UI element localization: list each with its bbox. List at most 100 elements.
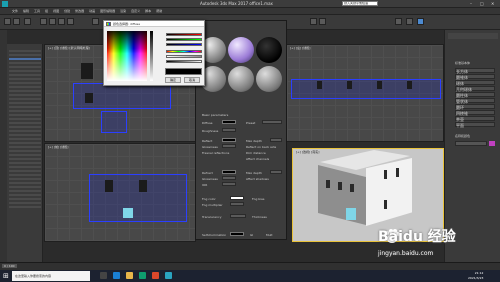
viewport-front[interactable]: [+] [前] [线框] (44, 143, 196, 242)
hue-slider[interactable] (166, 50, 202, 53)
scene-row[interactable] (9, 62, 41, 64)
maximize-icon[interactable]: □ (480, 1, 484, 6)
refract-gloss-field[interactable] (222, 176, 236, 180)
hue-spectrum[interactable] (107, 31, 147, 81)
scene-row[interactable] (9, 150, 41, 152)
scene-row[interactable] (9, 74, 41, 76)
scene-row[interactable] (9, 130, 41, 132)
scene-row[interactable] (9, 134, 41, 136)
windows-start-icon[interactable]: ⊞ (3, 272, 9, 280)
scene-row[interactable] (9, 190, 41, 192)
torus-button[interactable]: 圆环 (455, 104, 495, 110)
sphere-button[interactable]: 球体 (455, 80, 495, 86)
blue-slider[interactable] (166, 43, 202, 46)
material-editor-icon[interactable] (395, 18, 402, 25)
scene-row[interactable] (9, 170, 41, 172)
value-slider[interactable] (166, 60, 202, 63)
scene-row[interactable] (9, 110, 41, 112)
command-tabs[interactable] (448, 33, 498, 39)
scene-row[interactable] (9, 178, 41, 180)
scene-row[interactable] (9, 126, 41, 128)
scene-row[interactable] (9, 174, 41, 176)
menu-item-help[interactable]: 帮助 (156, 9, 162, 13)
scene-row[interactable] (9, 118, 41, 120)
menu-item-tools[interactable]: 工具 (34, 9, 40, 13)
menu-item-modifiers[interactable]: 修改器 (75, 9, 84, 13)
align-icon[interactable] (319, 18, 326, 25)
tube-button[interactable]: 管状体 (455, 98, 495, 104)
scene-row[interactable] (9, 58, 41, 60)
scene-row[interactable] (9, 206, 41, 208)
menu-item-graph-editors[interactable]: 图形编辑器 (100, 9, 115, 13)
scale-icon[interactable] (67, 18, 74, 25)
viewport-persp-label[interactable]: [+] [透视] [真实] (296, 150, 319, 154)
whiteness-slider[interactable] (150, 31, 153, 81)
scene-row[interactable] (9, 162, 41, 164)
self-illum-swatch[interactable] (230, 232, 244, 236)
plane-button[interactable]: 平面 (455, 122, 495, 128)
store-icon[interactable] (139, 272, 146, 279)
red-slider[interactable] (166, 33, 202, 36)
scene-row[interactable] (9, 122, 41, 124)
material-slot-sphere[interactable] (256, 66, 282, 92)
scene-row[interactable] (9, 50, 41, 52)
menu-item-customize[interactable]: 自定义 (131, 9, 140, 13)
snap-icon[interactable] (92, 18, 99, 25)
preset-dropdown[interactable] (262, 120, 282, 124)
viewport-left-label[interactable]: [+] [左] [线框] (290, 46, 310, 50)
ior-field[interactable] (222, 182, 236, 186)
link-icon[interactable] (24, 18, 31, 25)
scene-row[interactable] (9, 82, 41, 84)
scene-row[interactable] (9, 166, 41, 168)
rotate-icon[interactable] (58, 18, 65, 25)
scene-row[interactable] (9, 66, 41, 68)
scene-row[interactable] (9, 182, 41, 184)
viewport-top-label[interactable]: [+] [顶] [线框] [默认明暗处理] (48, 46, 90, 50)
material-slot-sphere[interactable] (228, 66, 254, 92)
diffuse-swatch[interactable] (222, 120, 236, 124)
file-explorer-icon[interactable] (126, 272, 133, 279)
fog-mult-field[interactable] (230, 202, 244, 206)
select-icon[interactable] (40, 18, 47, 25)
menu-item-edit[interactable]: 编辑 (23, 9, 29, 13)
scene-row[interactable] (9, 146, 41, 148)
move-icon[interactable] (49, 18, 56, 25)
scene-row[interactable] (9, 106, 41, 108)
scene-row[interactable] (9, 94, 41, 96)
translucency-dropdown[interactable] (230, 214, 246, 218)
glossiness-field[interactable] (222, 144, 236, 148)
geosphere-button[interactable]: 几何球体 (455, 86, 495, 92)
scene-row[interactable] (9, 154, 41, 156)
scene-row[interactable] (9, 98, 41, 100)
scene-row[interactable] (9, 198, 41, 200)
redo-icon[interactable] (13, 18, 20, 25)
task-view-icon[interactable] (100, 272, 107, 279)
system-clock[interactable]: 21:12 2021/3/23 (468, 271, 483, 281)
material-slot-sphere[interactable] (228, 37, 254, 63)
scene-row[interactable] (9, 90, 41, 92)
scene-row[interactable] (9, 86, 41, 88)
cylinder-button[interactable]: 圆柱体 (455, 92, 495, 98)
menu-item-file[interactable]: 文件 (12, 9, 18, 13)
refract-depth-field[interactable] (270, 170, 282, 174)
minimize-icon[interactable]: – (470, 1, 472, 6)
fog-color-swatch[interactable] (230, 196, 244, 200)
scene-row[interactable] (9, 54, 41, 56)
reflect-swatch[interactable] (222, 138, 236, 142)
taskbar-search[interactable]: 在这里输入你要搜索的内容 (12, 271, 90, 281)
scene-row[interactable] (9, 78, 41, 80)
timeline[interactable]: 0 / 100 (0, 262, 500, 270)
scene-row[interactable] (9, 114, 41, 116)
box-button[interactable]: 长方体 (455, 68, 495, 74)
mail-icon[interactable] (152, 272, 159, 279)
object-name-field[interactable] (455, 141, 487, 146)
menu-item-scripting[interactable]: 脚本 (145, 9, 151, 13)
cone-button[interactable]: 圆锥体 (455, 74, 495, 80)
scene-row[interactable] (9, 194, 41, 196)
material-slot-sphere[interactable] (256, 37, 282, 63)
refract-swatch[interactable] (222, 170, 236, 174)
viewport-left[interactable]: [+] [左] [线框] (286, 44, 444, 142)
roughness-field[interactable] (222, 128, 236, 132)
menu-item-views[interactable]: 视图 (53, 9, 59, 13)
menu-item-create[interactable]: 创建 (64, 9, 70, 13)
